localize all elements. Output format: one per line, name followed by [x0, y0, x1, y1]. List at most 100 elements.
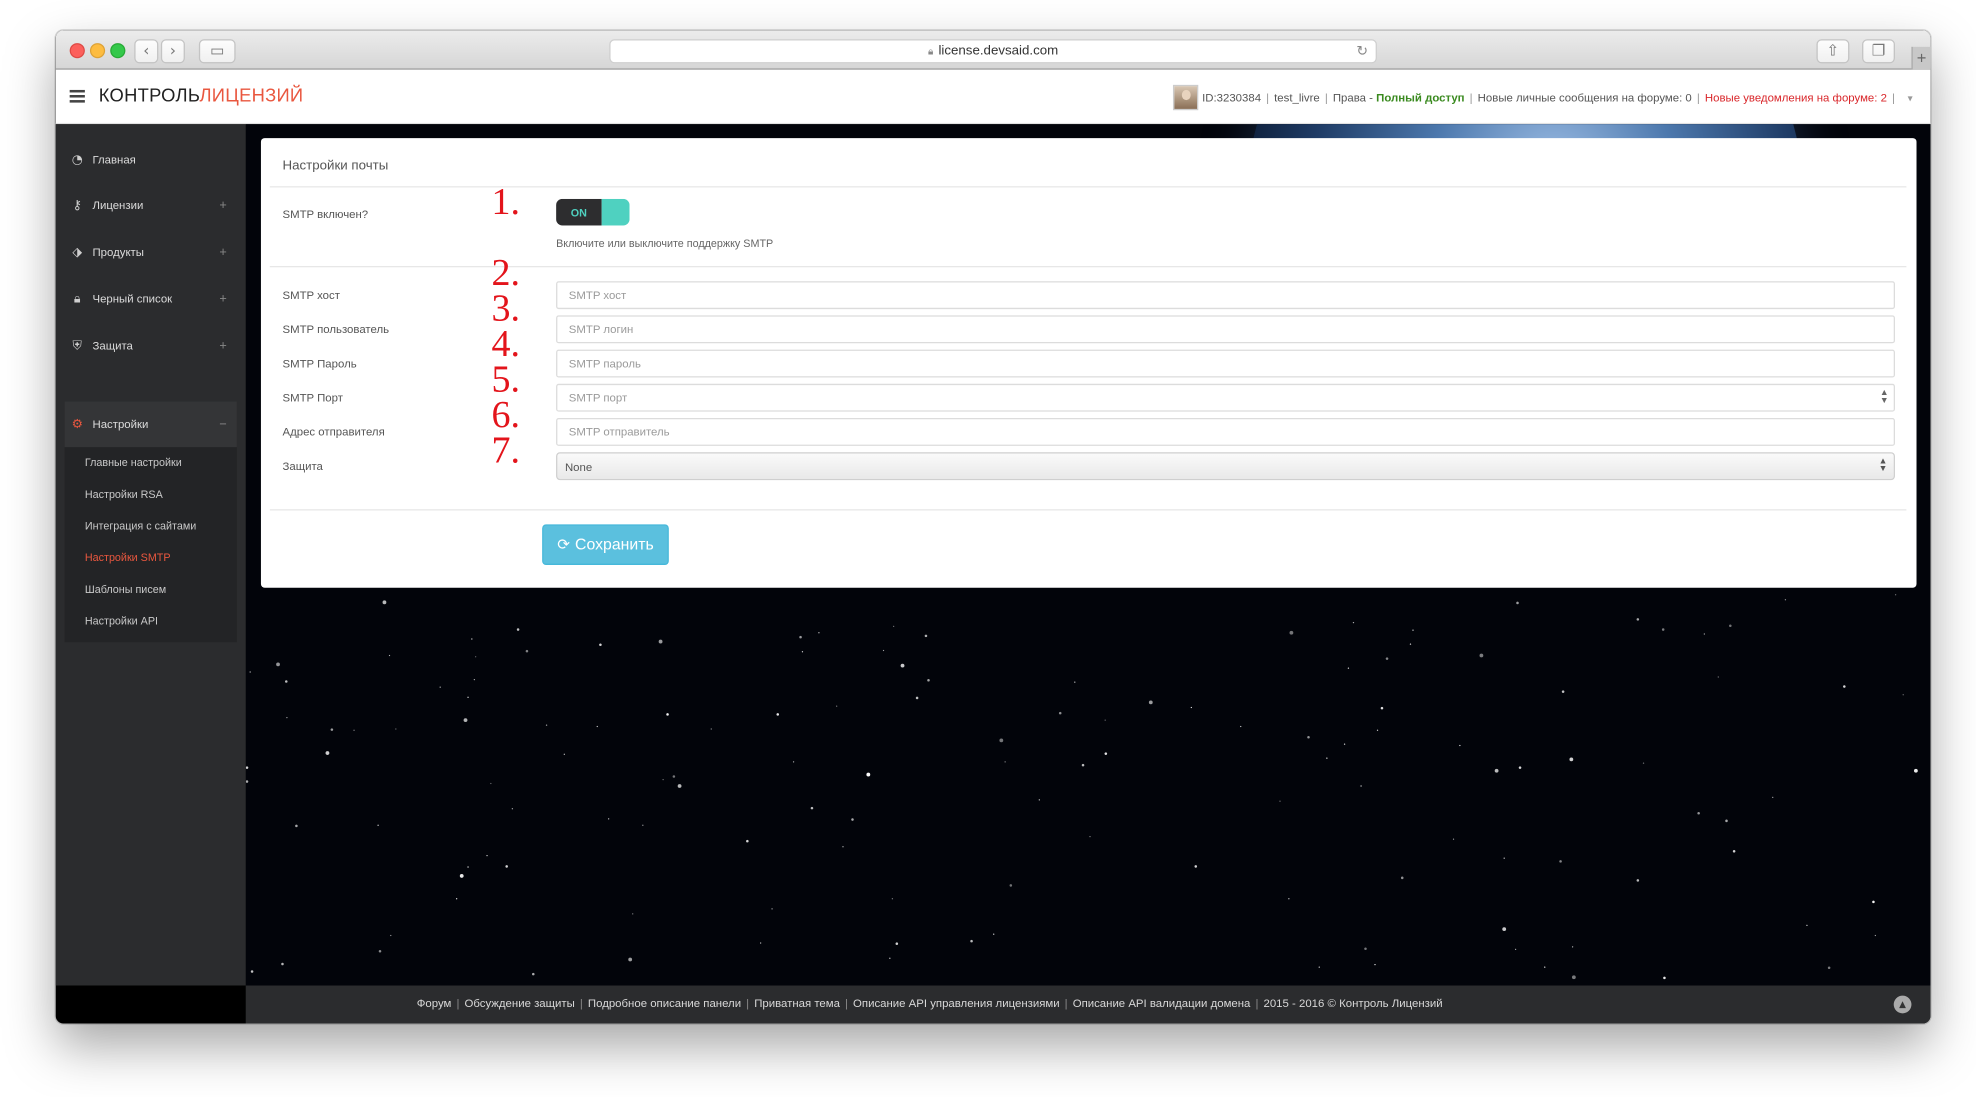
star-decoration	[1385, 657, 1389, 660]
star-decoration	[710, 728, 712, 730]
smtp-port-input[interactable]	[557, 385, 1894, 411]
annotation-number: 7.	[491, 429, 520, 472]
star-decoration	[388, 654, 391, 657]
sidebar-item-label: Главная	[92, 153, 136, 166]
star-decoration	[1827, 966, 1831, 970]
smtp-password-field[interactable]	[556, 349, 1895, 378]
sidebar-toggle-button[interactable]: ▭	[198, 39, 236, 64]
star-decoration	[516, 628, 520, 631]
star-decoration	[1190, 706, 1192, 709]
star-decoration	[799, 635, 802, 639]
brand-logo[interactable]: КОНТРОЛЬЛИЦЕНЗИЙ	[99, 86, 304, 106]
sidebar-item-label: Продукты	[92, 245, 144, 259]
star-decoration	[1503, 857, 1505, 859]
star-decoration	[924, 634, 928, 638]
toggle-state: ON	[556, 198, 602, 226]
back-button[interactable]: ‹	[134, 39, 159, 64]
star-decoration	[1009, 884, 1013, 887]
smtp-host-input[interactable]	[557, 282, 1894, 308]
footer-link-protection[interactable]: Обсуждение защиты	[464, 997, 574, 1010]
footer-link-license-api[interactable]: Описание API управления лицензиями	[853, 997, 1060, 1010]
star-decoration	[771, 908, 773, 910]
url-text: license.devsaid.com	[938, 43, 1059, 59]
share-button[interactable]: ⇧	[1816, 39, 1850, 64]
star-decoration	[792, 761, 795, 763]
sidebar-item-settings[interactable]: ⚙ Настройки −	[64, 401, 237, 448]
sidebar-item-label: Настройки	[92, 418, 149, 431]
footer-link-private-topic[interactable]: Приватная тема	[754, 997, 840, 1010]
smtp-user-input[interactable]	[557, 316, 1894, 343]
sidebar-subitem-main-settings[interactable]: Главные настройки	[85, 456, 182, 469]
sidebar-item-blacklist[interactable]: 🔒︎ Черный список +	[65, 276, 237, 322]
smtp-user-field[interactable]	[556, 315, 1895, 344]
star-decoration	[532, 972, 535, 976]
star-decoration	[818, 632, 820, 634]
stepper-icon[interactable]: ▲ ▼	[1880, 389, 1889, 405]
star-decoration	[1494, 768, 1499, 773]
star-decoration	[1004, 761, 1006, 763]
star-decoration	[1703, 633, 1705, 635]
save-button[interactable]: ⟳ Сохранить	[542, 524, 669, 565]
star-decoration	[1571, 946, 1574, 948]
footer-link-panel-description[interactable]: Подробное описание панели	[588, 997, 741, 1010]
forward-button[interactable]: ›	[160, 39, 185, 64]
star-decoration	[672, 775, 676, 778]
new-tab-button[interactable]: +	[1911, 46, 1931, 70]
star-decoration	[882, 649, 885, 652]
sidebar-subitem-integration[interactable]: Интеграция с сайтами	[85, 519, 196, 532]
scroll-top-icon[interactable]: ▲	[1893, 995, 1912, 1014]
star-decoration	[1636, 879, 1640, 882]
sidebar-subitem-rsa[interactable]: Настройки RSA	[85, 488, 163, 501]
sidebar-item-products[interactable]: ⬗ Продукты +	[65, 229, 237, 275]
notifications-link[interactable]: Новые уведомления на форуме: 2	[1705, 91, 1887, 104]
reload-icon[interactable]: ↻	[1356, 41, 1368, 63]
dashboard-icon: ◔	[71, 152, 83, 167]
sidebar-item-security[interactable]: ⛨ Защита +	[65, 323, 237, 369]
sidebar-item-home[interactable]: ◔ Главная	[65, 137, 237, 183]
star-decoration	[915, 696, 919, 700]
address-bar[interactable]: 🔒︎ license.devsaid.com ↻	[609, 39, 1377, 64]
star-decoration	[1902, 694, 1904, 696]
security-select[interactable]: None ▲ ▼	[556, 452, 1895, 481]
sidebar-subitem-smtp[interactable]: Настройки SMTP	[85, 551, 171, 564]
sender-address-input[interactable]	[557, 419, 1894, 445]
star-decoration	[1194, 865, 1198, 868]
star-decoration	[1544, 966, 1546, 968]
tabs-button[interactable]: ❐	[1862, 39, 1895, 64]
star-decoration	[628, 957, 633, 962]
star-decoration	[1374, 963, 1376, 966]
footer-link-domain-api[interactable]: Описание API валидации домена	[1073, 997, 1251, 1010]
smtp-host-field[interactable]	[556, 281, 1895, 310]
menu-icon[interactable]	[69, 89, 85, 103]
star-decoration	[1148, 700, 1153, 705]
separator: |	[746, 996, 750, 1010]
star-decoration	[1732, 849, 1736, 853]
footer: Форум | Обсуждение защиты | Подробное описан…	[245, 985, 1931, 1024]
sender-address-field[interactable]	[556, 418, 1895, 446]
sidebar-subitem-templates[interactable]: Шаблоны писем	[85, 583, 166, 596]
star-decoration	[1452, 838, 1455, 840]
close-window-button[interactable]	[69, 43, 85, 59]
smtp-toggle[interactable]: ON	[556, 198, 630, 226]
username[interactable]: test_livre	[1274, 91, 1320, 104]
chevron-down-icon[interactable]: ▾	[1908, 92, 1913, 103]
star-decoration	[599, 643, 602, 647]
footer-link-forum[interactable]: Форум	[417, 997, 452, 1010]
sidebar-subitem-api[interactable]: Настройки API	[85, 614, 158, 627]
smtp-password-input[interactable]	[557, 350, 1894, 377]
star-decoration	[475, 656, 477, 658]
messages-link[interactable]: Новые личные сообщения на форуме: 0	[1478, 91, 1692, 104]
minimize-window-button[interactable]	[89, 43, 106, 59]
smtp-port-field[interactable]: ▲▼	[556, 383, 1895, 412]
star-decoration	[245, 780, 249, 783]
divider	[269, 509, 1907, 511]
sidebar-item-licenses[interactable]: ⚷ Лицензии +	[65, 182, 237, 228]
zoom-window-button[interactable]	[110, 43, 126, 59]
rights-label: Права -	[1332, 91, 1373, 104]
avatar[interactable]	[1172, 84, 1199, 111]
star-decoration	[1874, 934, 1876, 937]
smtp-port-label: SMTP Порт	[282, 391, 343, 405]
key-icon: ⚷	[72, 198, 82, 213]
star-decoration	[760, 942, 762, 944]
star-decoration	[249, 671, 251, 673]
